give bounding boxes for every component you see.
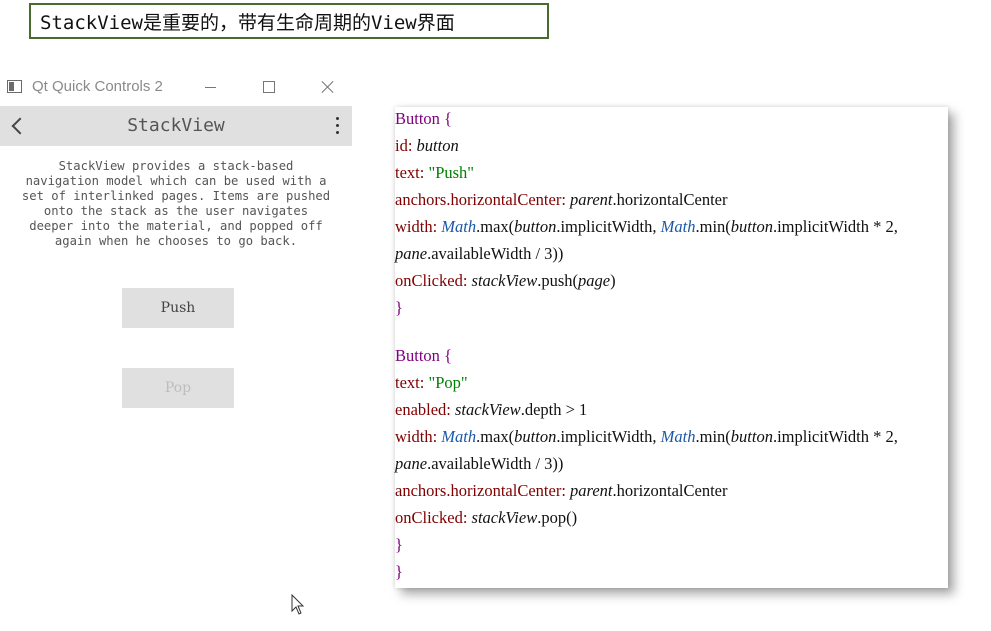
code-line: text: "Push" xyxy=(395,163,474,190)
code-line: onClicked: stackView.pop() xyxy=(395,508,577,535)
page-title: StackView xyxy=(127,115,225,136)
code-line: Button { xyxy=(395,109,452,136)
code-token: enabled: xyxy=(395,400,456,419)
code-line: width: Math.max(button.implicitWidth, Ma… xyxy=(395,217,898,244)
code-token: button xyxy=(416,136,459,155)
code-token: onClicked: xyxy=(395,271,472,290)
app-window: Qt Quick Controls 2 StackView StackView … xyxy=(0,70,352,631)
code-token: Button { xyxy=(395,109,452,128)
more-vert-icon[interactable] xyxy=(330,114,344,138)
code-token: .pop() xyxy=(537,508,578,527)
code-token: pane xyxy=(395,454,428,473)
code-token: parent xyxy=(570,190,613,209)
code-token: id: xyxy=(395,136,417,155)
code-token: "Push" xyxy=(428,163,475,182)
code-snippet-panel: Button { id: button text: "Push" anchors… xyxy=(395,107,948,588)
minimize-button[interactable] xyxy=(199,76,223,98)
code-line: id: button xyxy=(395,136,459,163)
code-line: anchors.horizontalCenter: parent.horizon… xyxy=(395,481,728,508)
code-line: pane.availableWidth / 3)) xyxy=(395,454,563,481)
caption-banner: StackView是重要的，带有生命周期的View界面 xyxy=(29,3,549,39)
code-token: Math xyxy=(660,217,696,236)
code-line: } xyxy=(395,562,403,589)
code-token: .availableWidth / 3)) xyxy=(427,454,564,473)
code-token: page xyxy=(578,271,611,290)
push-button-label: Push xyxy=(160,300,196,316)
code-line: text: "Pop" xyxy=(395,373,468,400)
code-token: Math xyxy=(660,427,696,446)
code-token: .implicitWidth, xyxy=(556,217,661,236)
code-token: .max( xyxy=(476,427,515,446)
code-token: button xyxy=(730,427,773,446)
code-token: stackView xyxy=(455,400,521,419)
code-token: button xyxy=(730,217,773,236)
code-line: } xyxy=(395,535,403,562)
description-line: again when he chooses to go back. xyxy=(54,234,298,248)
code-token: .availableWidth / 3)) xyxy=(427,244,564,263)
code-token: Math xyxy=(441,217,477,236)
code-token: button xyxy=(514,427,557,446)
app-window-icon xyxy=(7,80,22,93)
code-token: } xyxy=(395,535,403,554)
code-token: .horizontalCenter xyxy=(612,481,728,500)
description-line: navigation model which can be used with … xyxy=(25,174,327,188)
code-line: } xyxy=(395,298,403,325)
window-title: Qt Quick Controls 2 xyxy=(32,78,163,95)
code-token: width: xyxy=(395,427,442,446)
code-token: .implicitWidth, xyxy=(556,427,661,446)
code-line: pane.availableWidth / 3)) xyxy=(395,244,563,271)
code-token: } xyxy=(395,562,403,581)
description-line: deeper into the material, and popped off xyxy=(29,219,323,233)
code-token: stackView xyxy=(471,508,538,527)
code-token: stackView xyxy=(471,271,538,290)
code-token: parent xyxy=(570,481,613,500)
code-token: .min( xyxy=(695,427,731,446)
push-button[interactable]: Push xyxy=(122,288,234,328)
code-line: onClicked: stackView.push(page) xyxy=(395,271,616,298)
description-text: StackView provides a stack-based navigat… xyxy=(6,159,346,249)
code-token: .implicitWidth * 2, xyxy=(772,217,898,236)
caption-text: StackView是重要的，带有生命周期的View界面 xyxy=(40,11,455,34)
code-token: .implicitWidth * 2, xyxy=(772,427,898,446)
code-token: .min( xyxy=(695,217,731,236)
pop-button-label: Pop xyxy=(164,380,192,396)
code-token: pane xyxy=(395,244,428,263)
code-token: onClicked: xyxy=(395,508,472,527)
code-token: .horizontalCenter xyxy=(612,190,728,209)
maximize-button[interactable] xyxy=(257,76,281,98)
code-token: .depth > 1 xyxy=(520,400,588,419)
code-line: Button { xyxy=(395,346,452,373)
close-button[interactable] xyxy=(316,76,340,98)
code-token: text: xyxy=(395,163,429,182)
code-line: width: Math.max(button.implicitWidth, Ma… xyxy=(395,427,898,454)
code-token: Math xyxy=(441,427,477,446)
code-line: enabled: stackView.depth > 1 xyxy=(395,400,587,427)
code-token: Button { xyxy=(395,346,452,365)
code-token: } xyxy=(395,298,403,317)
code-token: .push( xyxy=(537,271,578,290)
code-token: button xyxy=(514,217,557,236)
code-token: "Pop" xyxy=(428,373,468,392)
title-bar[interactable]: Qt Quick Controls 2 xyxy=(0,70,352,105)
description-line: onto the stack as the user navigates xyxy=(43,204,309,218)
code-token: .max( xyxy=(476,217,515,236)
code-token: width: xyxy=(395,217,442,236)
pop-button[interactable]: Pop xyxy=(122,368,234,408)
description-line: set of interlinked pages. Items are push… xyxy=(21,189,331,203)
code-line: anchors.horizontalCenter: parent.horizon… xyxy=(395,190,728,217)
description-line: StackView provides a stack-based xyxy=(58,159,294,173)
code-token: anchors.horizontalCenter: xyxy=(395,190,571,209)
code-token: ) xyxy=(610,271,616,290)
code-token: text: xyxy=(395,373,429,392)
tool-bar: StackView xyxy=(0,106,352,146)
code-token: anchors.horizontalCenter: xyxy=(395,481,571,500)
mouse-pointer-icon xyxy=(291,594,305,615)
